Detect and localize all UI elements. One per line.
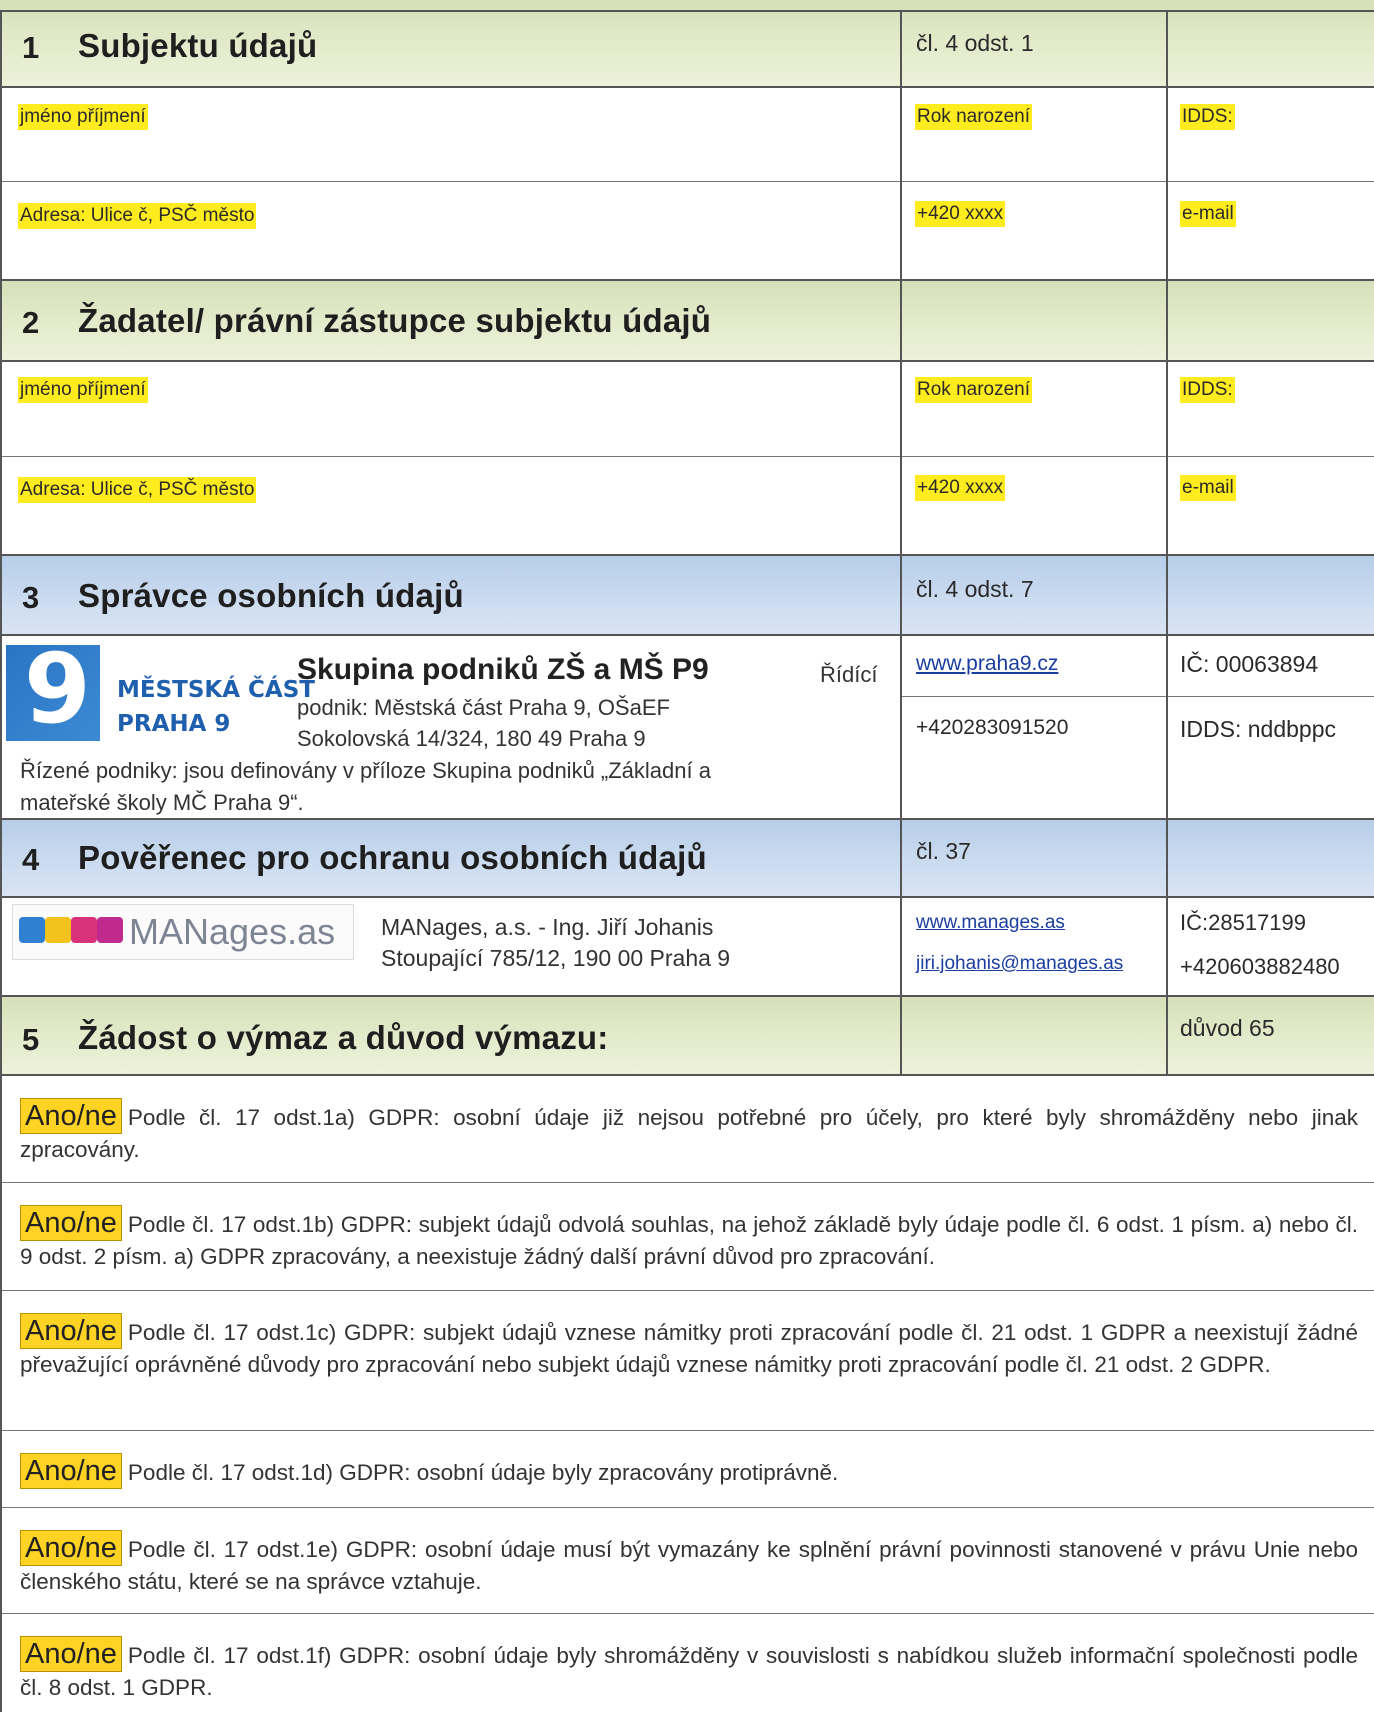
section2-title: Žadatel/ právní zástupce subjektu údajů — [78, 302, 712, 339]
section2-number: 2 — [22, 305, 40, 340]
section4-number: 4 — [22, 842, 40, 877]
grid-line — [1166, 554, 1168, 819]
puzzle-pink-icon — [71, 917, 97, 943]
section2-name-field[interactable]: jméno příjmení — [18, 377, 148, 403]
manages-logo: MANages.as — [12, 904, 354, 960]
erasure-option-2[interactable]: Ano/ne — [20, 1205, 122, 1241]
erasure-reason-4: Ano/ne Podle čl. 17 odst.1d) GDPR: osobní… — [20, 1453, 1358, 1489]
section4-ref: čl. 37 — [916, 838, 971, 864]
erasure-reason-5: Ano/ne Podle čl. 17 odst.1e) GDPR: osobní… — [20, 1530, 1358, 1598]
praha9-logo-nine-icon: 9 — [24, 633, 91, 745]
section4-phone: +420603882480 — [1180, 954, 1340, 979]
puzzle-blue-icon — [19, 917, 45, 943]
section1-title: Subjektu údajů — [78, 27, 318, 64]
erasure-reason-2-text: Podle čl. 17 odst.1b) GDPR: subjekt údaj… — [20, 1212, 1358, 1269]
erasure-option-3[interactable]: Ano/ne — [20, 1313, 122, 1349]
section2-phone-field[interactable]: +420 xxxx — [915, 475, 1006, 501]
erasure-option-6[interactable]: Ano/ne — [20, 1636, 122, 1672]
erasure-reason-4-text: Podle čl. 17 odst.1d) GDPR: osobní údaje… — [127, 1460, 839, 1485]
praha9-logo: 9 — [6, 639, 100, 741]
section3-title: Správce osobních údajů — [78, 577, 464, 614]
section2-idds-field[interactable]: IDDS: — [1180, 377, 1235, 403]
praha9-logo-line2: PRAHA 9 — [117, 711, 231, 737]
grid-line — [900, 995, 902, 1075]
section2-birth-field[interactable]: Rok narození — [915, 377, 1033, 403]
grid-line — [900, 696, 1374, 697]
section3-org-desc-4: Řízené podniky: jsou definovány v příloz… — [20, 758, 711, 783]
section1-email-field[interactable]: e-mail — [1180, 201, 1236, 227]
section1-number: 1 — [22, 30, 40, 65]
puzzle-magenta-icon — [97, 917, 123, 943]
erasure-option-1[interactable]: Ano/ne — [20, 1098, 122, 1134]
section3-idds: IDDS: nddbppc — [1180, 716, 1336, 742]
grid-line — [0, 1290, 1374, 1291]
section1-idds-field[interactable]: IDDS: — [1180, 104, 1235, 130]
grid-line — [1166, 10, 1168, 280]
section5-title: Žádost o výmaz a důvod výmazu: — [78, 1019, 609, 1056]
erasure-reason-3: Ano/ne Podle čl. 17 odst.1c) GDPR: subjek… — [20, 1313, 1358, 1381]
erasure-option-5[interactable]: Ano/ne — [20, 1530, 122, 1566]
manages-logo-text: MANages.as — [129, 911, 336, 952]
grid-line — [1166, 995, 1168, 1075]
grid-line — [1166, 818, 1168, 996]
section1-address-field[interactable]: Adresa: Ulice č, PSČ město — [18, 203, 257, 229]
erasure-reason-6-text: Podle čl. 17 odst.1f) GDPR: osobní údaje… — [20, 1643, 1358, 1700]
erasure-option-4[interactable]: Ano/ne — [20, 1453, 122, 1489]
erasure-reason-3-text: Podle čl. 17 odst.1c) GDPR: subjekt údaj… — [20, 1320, 1358, 1377]
section3-ref: čl. 4 odst. 7 — [916, 576, 1034, 602]
erasure-reason-2: Ano/ne Podle čl. 17 odst.1b) GDPR: subjek… — [20, 1205, 1358, 1273]
section4-web-link[interactable]: www.manages.as — [916, 912, 1065, 934]
section3-org-desc-3: Sokolovská 14/324, 180 49 Praha 9 — [297, 726, 646, 751]
section4-ic: IČ:28517199 — [1180, 910, 1306, 935]
grid-line — [900, 10, 902, 280]
grid-line — [900, 554, 902, 819]
erasure-reason-1: Ano/ne Podle čl. 17 odst.1a) GDPR: osobní… — [20, 1098, 1358, 1166]
grid-line — [0, 1507, 1374, 1508]
section4-email-link[interactable]: jiri.johanis@manages.as — [916, 953, 1123, 975]
section2-email-field[interactable]: e-mail — [1180, 475, 1236, 501]
section4-title: Pověřenec pro ochranu osobních údajů — [78, 839, 707, 876]
section1-ref: čl. 4 odst. 1 — [916, 30, 1034, 56]
grid-line — [900, 279, 902, 555]
section3-phone: +420283091520 — [916, 716, 1069, 739]
grid-line — [900, 818, 902, 996]
grid-line — [1166, 279, 1168, 555]
section3-number: 3 — [22, 580, 40, 615]
section1-birth-field[interactable]: Rok narození — [915, 104, 1033, 130]
erasure-reason-5-text: Podle čl. 17 odst.1e) GDPR: osobní údaje… — [20, 1537, 1358, 1594]
section3-org-name: Skupina podniků ZŠ a MŠ P9 — [297, 653, 709, 686]
section3-org-desc-5: mateřské školy MČ Praha 9“. — [20, 790, 304, 815]
grid-line — [0, 1430, 1374, 1431]
section4-person-line2: Stoupající 785/12, 190 00 Praha 9 — [381, 945, 731, 971]
grid-line — [0, 1182, 1374, 1183]
section3-org-desc-2: podnik: Městská část Praha 9, OŠaEF — [297, 695, 670, 720]
grid-line — [0, 1613, 1374, 1614]
erasure-reason-1-text: Podle čl. 17 odst.1a) GDPR: osobní údaje… — [20, 1105, 1358, 1162]
puzzle-yellow-icon — [45, 917, 71, 943]
section1-name-field[interactable]: jméno příjmení — [18, 104, 148, 130]
section4-person-line1: MANages, a.s. - Ing. Jiří Johanis — [381, 914, 714, 940]
section2-address-field[interactable]: Adresa: Ulice č, PSČ město — [18, 477, 257, 503]
section1-phone-field[interactable]: +420 xxxx — [915, 201, 1006, 227]
grid-line — [0, 10, 2, 1712]
section3-org-desc-1: Řídící — [820, 662, 878, 687]
section3-ic: IČ: 00063894 — [1180, 651, 1319, 677]
section3-web-link[interactable]: www.praha9.cz — [916, 652, 1058, 676]
section5-ref: důvod 65 — [1180, 1015, 1275, 1041]
section5-number: 5 — [22, 1022, 40, 1057]
erasure-reason-6: Ano/ne Podle čl. 17 odst.1f) GDPR: osobní… — [20, 1636, 1358, 1704]
praha9-logo-line1: MĚSTSKÁ ČÁST — [117, 677, 315, 703]
